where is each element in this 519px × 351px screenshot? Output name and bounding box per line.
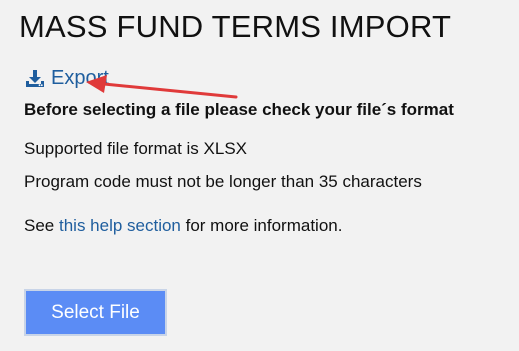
help-prefix: See	[24, 216, 59, 235]
select-file-button[interactable]: Select File	[24, 289, 167, 336]
supported-format-text: Supported file format is XLSX	[24, 139, 248, 158]
export-link[interactable]: Export	[25, 67, 109, 90]
help-suffix: for more information.	[180, 216, 343, 235]
mass-fund-terms-import-page: MASS FUND TERMS IMPORT Export Before sel…	[0, 0, 519, 351]
help-section-link[interactable]: this help section	[59, 216, 181, 235]
format-notice-heading: Before selecting a file please check you…	[24, 100, 454, 119]
help-text: See this help section for more informati…	[24, 216, 342, 236]
page-title: MASS FUND TERMS IMPORT	[19, 9, 452, 44]
program-code-limit-text: Program code must not be longer than 35 …	[24, 172, 422, 191]
download-icon	[25, 69, 45, 89]
export-label: Export	[51, 67, 109, 89]
